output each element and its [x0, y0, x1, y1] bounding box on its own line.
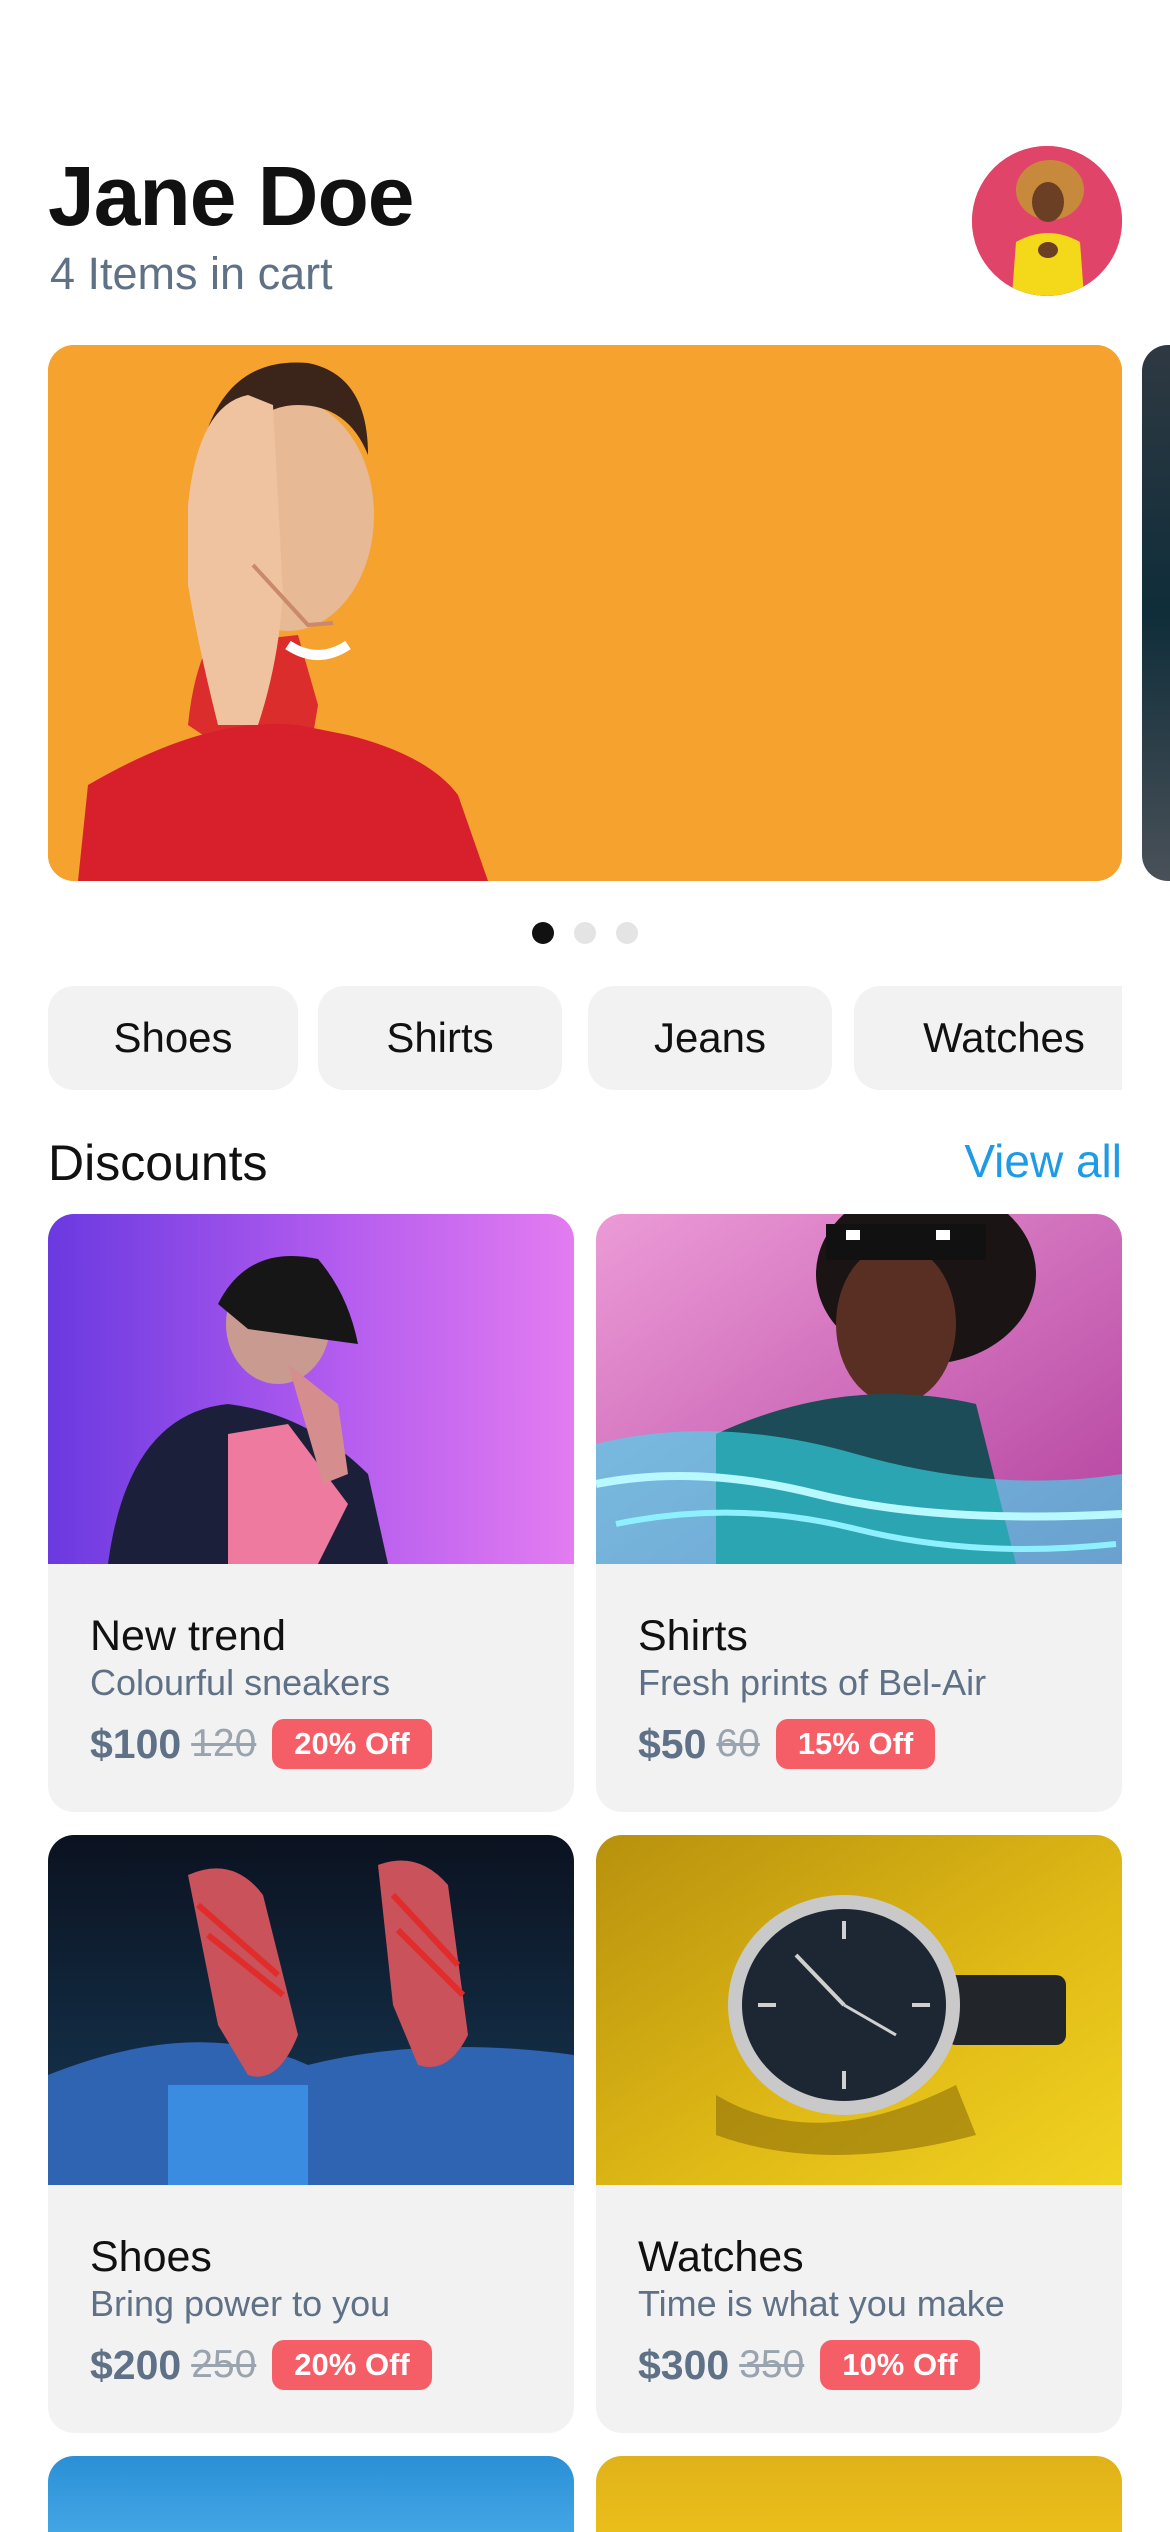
product-card-shoes[interactable]: Shoes Bring power to you $200 250 20% Of…	[48, 1835, 574, 2433]
avatar[interactable]	[972, 146, 1122, 296]
product-pricing: $100 120 20% Off	[90, 1719, 432, 1769]
product-pricing: $200 250 20% Off	[90, 2340, 432, 2390]
product-image	[48, 1835, 574, 2185]
product-title: Watches	[638, 2233, 804, 2281]
product-price: $200	[90, 2341, 182, 2388]
discount-badge: 20% Off	[272, 1719, 432, 1769]
hero-photo	[48, 345, 1122, 881]
product-old-price: 60	[716, 1722, 760, 1765]
product-pricing: $300 350 10% Off	[638, 2340, 980, 2390]
product-price: $50	[638, 1720, 707, 1767]
carousel-pagination	[0, 922, 1170, 944]
product-old-price: 120	[191, 1722, 257, 1765]
pagination-dot-2[interactable]	[574, 922, 596, 944]
discounts-header: Discounts View all	[48, 1130, 1122, 1200]
view-all-link[interactable]: View all	[964, 1134, 1122, 1188]
product-image	[596, 1214, 1122, 1564]
product-price: $300	[638, 2341, 730, 2388]
category-chip-shoes[interactable]: Shoes	[48, 986, 298, 1090]
product-card-partial-right[interactable]	[596, 2456, 1122, 2532]
category-chip-jeans[interactable]: Jeans	[588, 986, 832, 1090]
cart-count[interactable]: 4 Items in cart	[50, 248, 333, 300]
product-old-price: 350	[739, 2343, 805, 2386]
product-card-shirts[interactable]: Shirts Fresh prints of Bel-Air $50 60 15…	[596, 1214, 1122, 1812]
pagination-dot-1[interactable]	[532, 922, 554, 944]
product-subtitle: Time is what you make	[638, 2283, 1005, 2324]
product-card-partial-left[interactable]	[48, 2456, 574, 2532]
product-subtitle: Bring power to you	[90, 2283, 391, 2324]
category-chips: Shoes Shirts Jeans Watches	[48, 986, 1122, 1092]
product-card-watches[interactable]: Watches Time is what you make $300 350 1…	[596, 1835, 1122, 2433]
product-title: Shoes	[90, 2233, 212, 2281]
product-subtitle: Colourful sneakers	[90, 1662, 391, 1703]
discount-badge: 10% Off	[820, 2340, 980, 2390]
user-name: Jane Doe	[48, 149, 414, 243]
product-subtitle: Fresh prints of Bel-Air	[638, 1662, 987, 1703]
product-price: $100	[90, 1720, 182, 1767]
hero-slide-next[interactable]	[1142, 345, 1170, 881]
product-pricing: $50 60 15% Off	[638, 1719, 936, 1769]
discount-badge: 20% Off	[272, 2340, 432, 2390]
avatar-photo	[972, 146, 1122, 296]
profile-header: Jane Doe 4 Items in cart	[48, 140, 1122, 310]
hero-carousel[interactable]	[0, 345, 1170, 881]
product-old-price: 250	[191, 2343, 257, 2386]
product-title: New trend	[90, 1612, 286, 1660]
product-image	[48, 1214, 574, 1564]
product-card-new-trend[interactable]: New trend Colourful sneakers $100 120 20…	[48, 1214, 574, 1812]
hero-slide[interactable]	[48, 345, 1122, 881]
category-chip-watches[interactable]: Watches	[854, 986, 1122, 1090]
product-title: Shirts	[638, 1612, 748, 1660]
discount-badge: 15% Off	[775, 1719, 936, 1769]
section-title: Discounts	[48, 1135, 268, 1191]
product-image	[596, 1835, 1122, 2185]
category-chip-shirts[interactable]: Shirts	[318, 986, 562, 1090]
pagination-dot-3[interactable]	[616, 922, 638, 944]
